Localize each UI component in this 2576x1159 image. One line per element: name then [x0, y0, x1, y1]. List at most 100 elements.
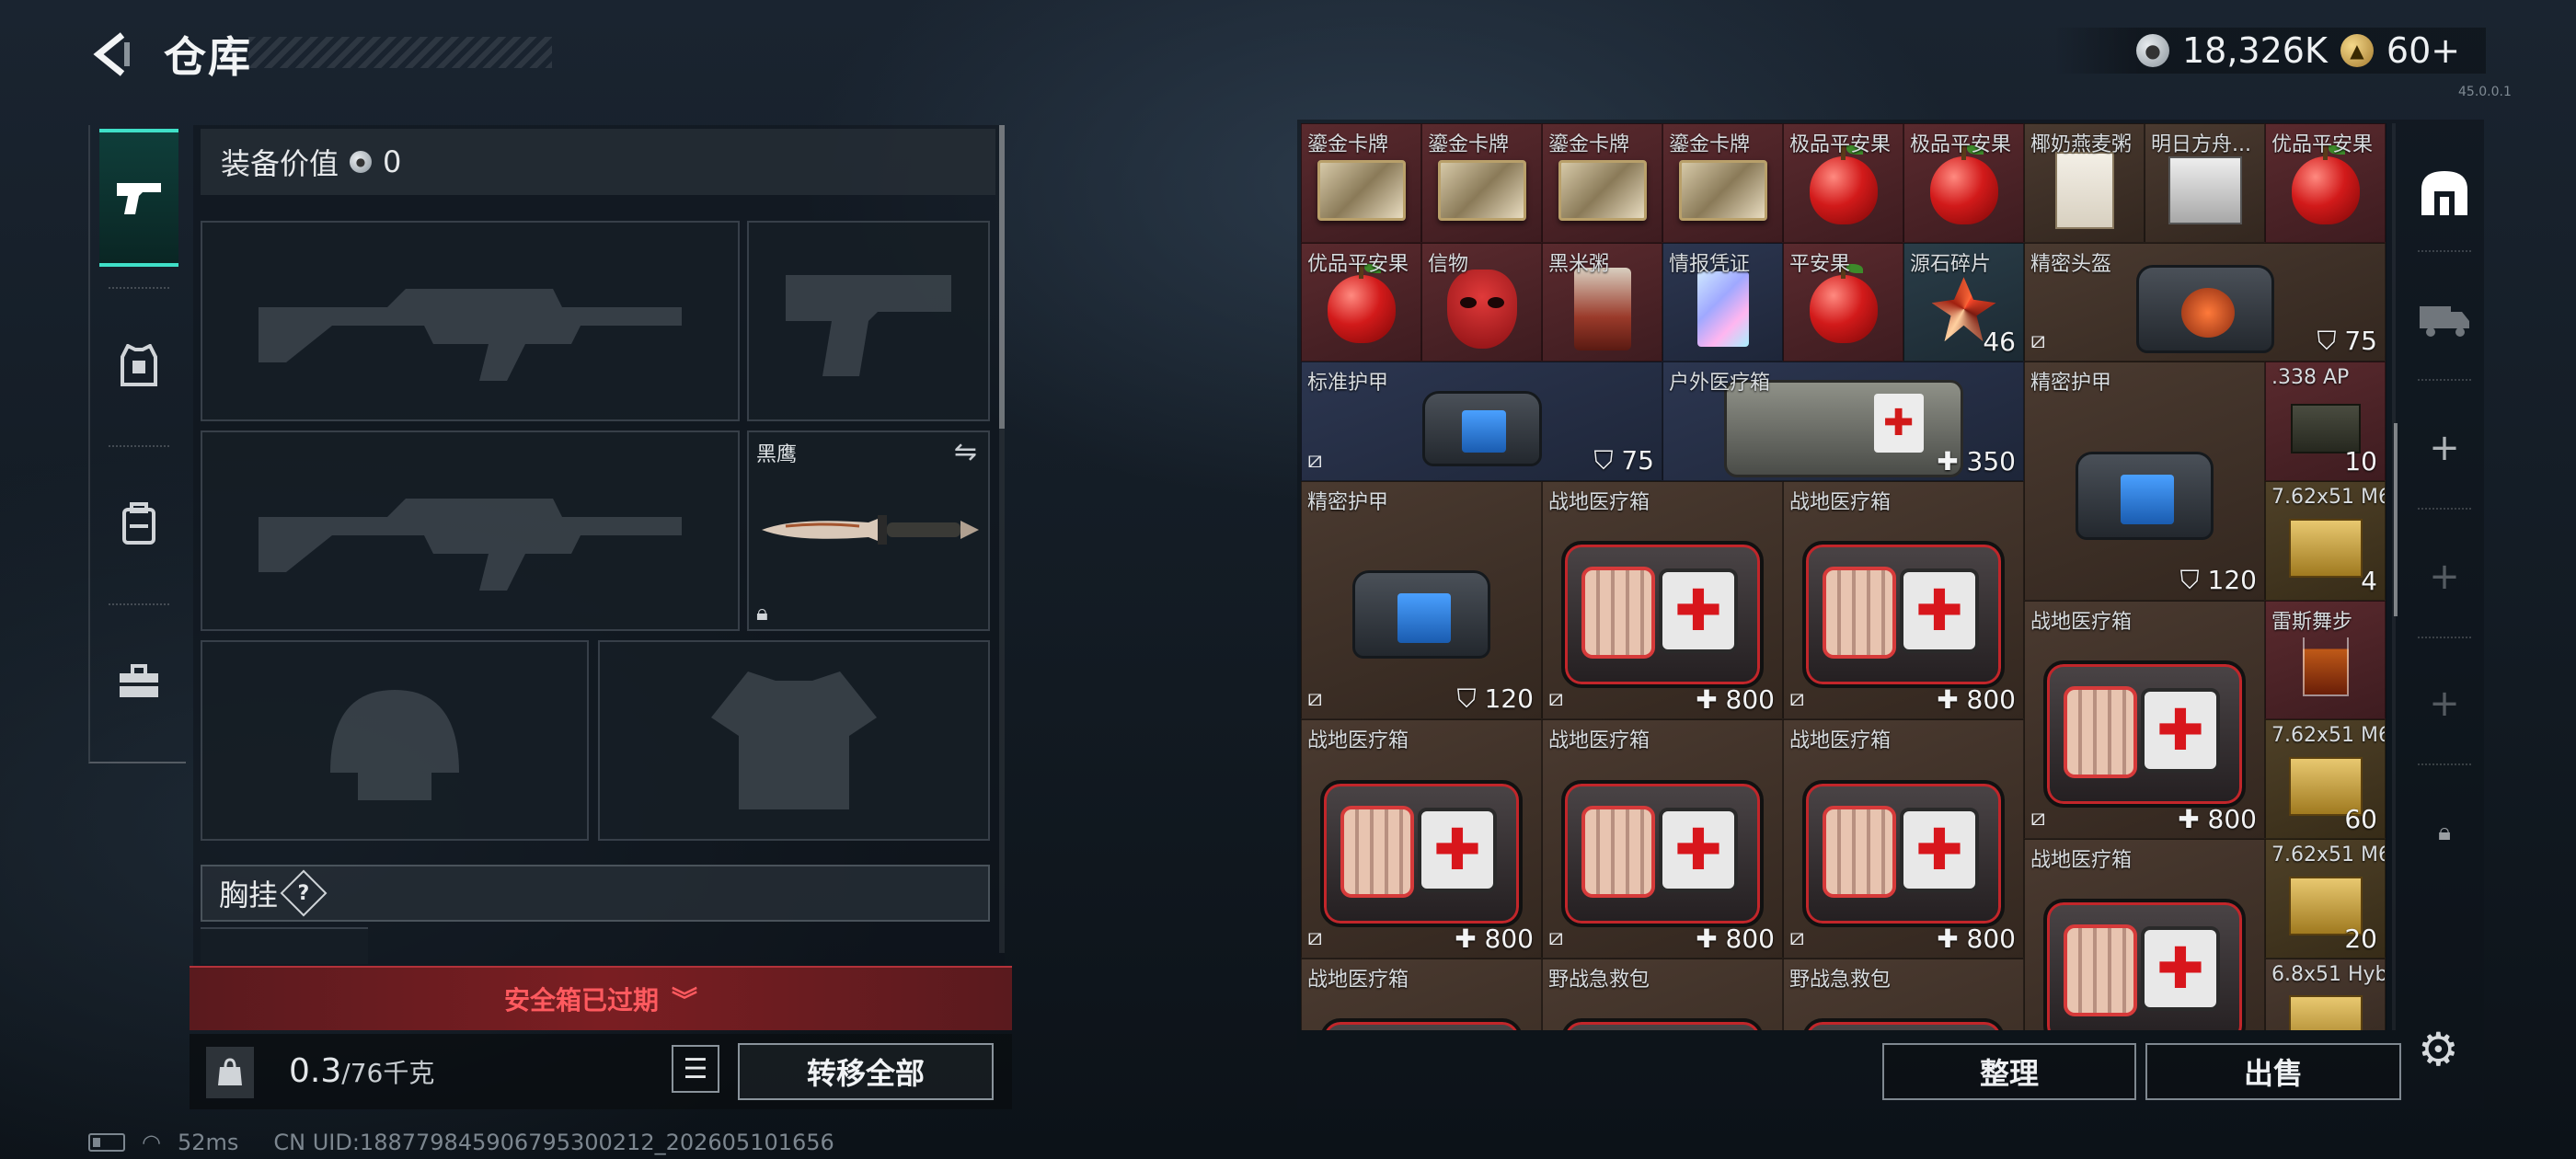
warehouse-item[interactable]: 精密头盔 ⛉ 75 ⧄ [2024, 242, 2386, 362]
wifi-icon: ◠ [142, 1130, 161, 1155]
warehouse-item[interactable]: 6.8x51 Hybrid [2265, 958, 2386, 1030]
warehouse-item[interactable]: 明日方舟... [2145, 123, 2265, 243]
medbox-icon [2043, 899, 2246, 1030]
warehouse-item[interactable]: 精密护甲 ⛉ 120 ⧄ [1301, 481, 1542, 720]
item-name: 野战急救包 [1789, 968, 1892, 992]
warehouse-item[interactable]: 7.62x51 M62 4 [2265, 481, 2386, 601]
safe-box-expired-banner[interactable]: 安全箱已过期 ︾ [190, 966, 1012, 1030]
equipment-value-label: 装备价值 [221, 146, 339, 181]
warehouse-item[interactable]: 椰奶燕麦粥 [2024, 123, 2145, 243]
untradeable-icon: ⧄ [2030, 327, 2046, 355]
truck-icon [2420, 306, 2469, 337]
lock-icon: 🔒︎ [756, 600, 768, 625]
nav-armor[interactable] [99, 296, 178, 434]
sidearm-slot[interactable] [747, 221, 990, 421]
silver-amount: 18,326K [2182, 30, 2328, 71]
warehouse-item[interactable]: 鎏金卡牌 [1421, 123, 1542, 243]
pistol-silhouette-icon [786, 275, 951, 376]
warehouse-item[interactable]: 雷斯舞步 [2265, 600, 2386, 720]
apple-icon [1929, 144, 1998, 224]
warehouse-item[interactable]: 情报凭证 [1662, 242, 1783, 362]
warehouse-item[interactable]: 户外医疗箱 ✚ 350 [1662, 361, 2024, 482]
nav-backpack[interactable] [99, 454, 178, 592]
list-view-button[interactable]: ☰ [672, 1045, 719, 1093]
card-icon [1437, 159, 1526, 221]
secondary-weapon-slot[interactable] [201, 430, 740, 631]
medbox-icon [2043, 660, 2246, 808]
ping-text: 52ms [177, 1130, 239, 1155]
chest-rig-slot[interactable] [201, 927, 368, 964]
warehouse-item[interactable]: 战地医疗箱 [1301, 958, 1542, 1030]
primary-weapon-slot[interactable] [201, 221, 740, 421]
idcard-icon [1696, 271, 1749, 348]
warehouse-item[interactable]: 战地医疗箱 [2024, 839, 2265, 1030]
warehouse-tab-main[interactable] [2409, 156, 2480, 228]
item-name: 战地医疗箱 [1548, 491, 1650, 515]
apple-icon [2291, 144, 2360, 224]
warehouse-item[interactable]: 极品平安果 [1783, 123, 1903, 243]
item-name: 优品平安果 [2271, 133, 2374, 156]
warehouse-tab-2[interactable] [2409, 281, 2480, 353]
warehouse-item[interactable]: 优品平安果 [2265, 123, 2386, 243]
equipment-scroll-thumb[interactable] [999, 125, 1005, 429]
helmet-slot[interactable] [201, 640, 589, 841]
warehouse-item[interactable]: .338 AP 10 [2265, 361, 2386, 482]
warehouse-item[interactable]: 战地医疗箱 ✚ 800 ⧄ [1783, 481, 2024, 720]
warehouse-item[interactable]: 极品平安果 [1903, 123, 2024, 243]
swap-icon[interactable]: ⇋ [954, 436, 977, 468]
battery-icon [88, 1133, 125, 1152]
item-name: 精密护甲 [2030, 372, 2112, 396]
chest-rig-header[interactable]: 胸挂 ? [201, 865, 990, 922]
body-armor-slot[interactable] [598, 640, 990, 841]
warehouse-item[interactable]: 战地医疗箱 ✚ 800 ⧄ [1301, 719, 1542, 958]
weight-max: /76千克 [341, 1058, 435, 1088]
item-quantity: ✚ 800 [1455, 923, 1534, 954]
warehouse-item[interactable]: 源石碎片 46 [1903, 242, 2024, 362]
warehouse-item[interactable]: 标准护甲 ⛉ 75 ⧄ [1301, 361, 1662, 482]
mask-icon [1446, 270, 1517, 350]
warehouse-item[interactable]: 战地医疗箱 ✚ 800 ⧄ [1542, 481, 1783, 720]
warehouse-item[interactable]: 野战急救包 [1542, 958, 1783, 1030]
rifle-silhouette-icon [259, 289, 682, 381]
untradeable-icon: ⧄ [1307, 923, 1323, 951]
untradeable-icon: ⧄ [1307, 684, 1323, 713]
sort-button[interactable]: 整理 [1882, 1043, 2136, 1100]
add-tab-icon[interactable]: + [2409, 541, 2480, 613]
vest-icon [121, 344, 157, 386]
item-name: 7.62x51 M62 [2271, 724, 2385, 748]
warehouse-item[interactable]: 鎏金卡牌 [1662, 123, 1783, 243]
untradeable-icon: ⧄ [1307, 446, 1323, 475]
help-icon[interactable]: ? [280, 869, 328, 917]
item-name: 战地医疗箱 [2030, 610, 2133, 634]
warehouse-item[interactable]: 野战急救包 [1783, 958, 2024, 1030]
warehouse-scroll-thumb[interactable] [2394, 423, 2398, 616]
lock-icon[interactable]: 🔒︎ [2409, 797, 2480, 868]
gold-amount[interactable]: 60+ [2386, 30, 2460, 71]
warehouse-item[interactable]: 战地医疗箱 ✚ 800 ⧄ [1783, 719, 2024, 958]
melee-slot[interactable]: 黑鹰 ⇋ 🔒︎ [747, 430, 990, 631]
warehouse-item[interactable]: 黑米粥 [1542, 242, 1662, 362]
warehouse-item[interactable]: 战地医疗箱 ✚ 800 ⧄ [1542, 719, 1783, 958]
warehouse-item[interactable]: 7.62x51 M62 60 [2265, 719, 2386, 840]
warehouse-item[interactable]: 平安果 [1783, 242, 1903, 362]
item-name: 户外医疗箱 [1669, 372, 1771, 396]
warehouse-item[interactable]: 信物 [1421, 242, 1542, 362]
settings-gear-icon[interactable]: ⚙ [2418, 1023, 2459, 1076]
warehouse-item[interactable]: 精密护甲 ⛉ 120 [2024, 361, 2265, 601]
sell-button[interactable]: 出售 [2145, 1043, 2401, 1100]
weight-current: 0.3 [289, 1052, 342, 1090]
nav-toolbox[interactable] [99, 613, 178, 751]
uid-text: CN UID:1887798459067953​00212_2026051016… [273, 1130, 834, 1155]
toolbox-icon [120, 664, 158, 697]
warehouse-item[interactable]: 战地医疗箱 ✚ 800 ⧄ [2024, 600, 2265, 840]
add-tab-icon[interactable]: + [2409, 412, 2480, 484]
warehouse-item[interactable]: 鎏金卡牌 [1542, 123, 1662, 243]
back-button[interactable] [85, 28, 140, 81]
nav-weapons[interactable] [99, 129, 178, 267]
add-tab-icon[interactable]: + [2409, 668, 2480, 740]
warehouse-item[interactable]: 鎏金卡牌 [1301, 123, 1421, 243]
warehouse-item[interactable]: 7.62x51 M62 20 [2265, 839, 2386, 958]
transfer-all-button[interactable]: 转移全部 [738, 1043, 994, 1100]
item-quantity: ⛉ 120 [1456, 683, 1534, 715]
warehouse-item[interactable]: 优品平安果 [1301, 242, 1421, 362]
